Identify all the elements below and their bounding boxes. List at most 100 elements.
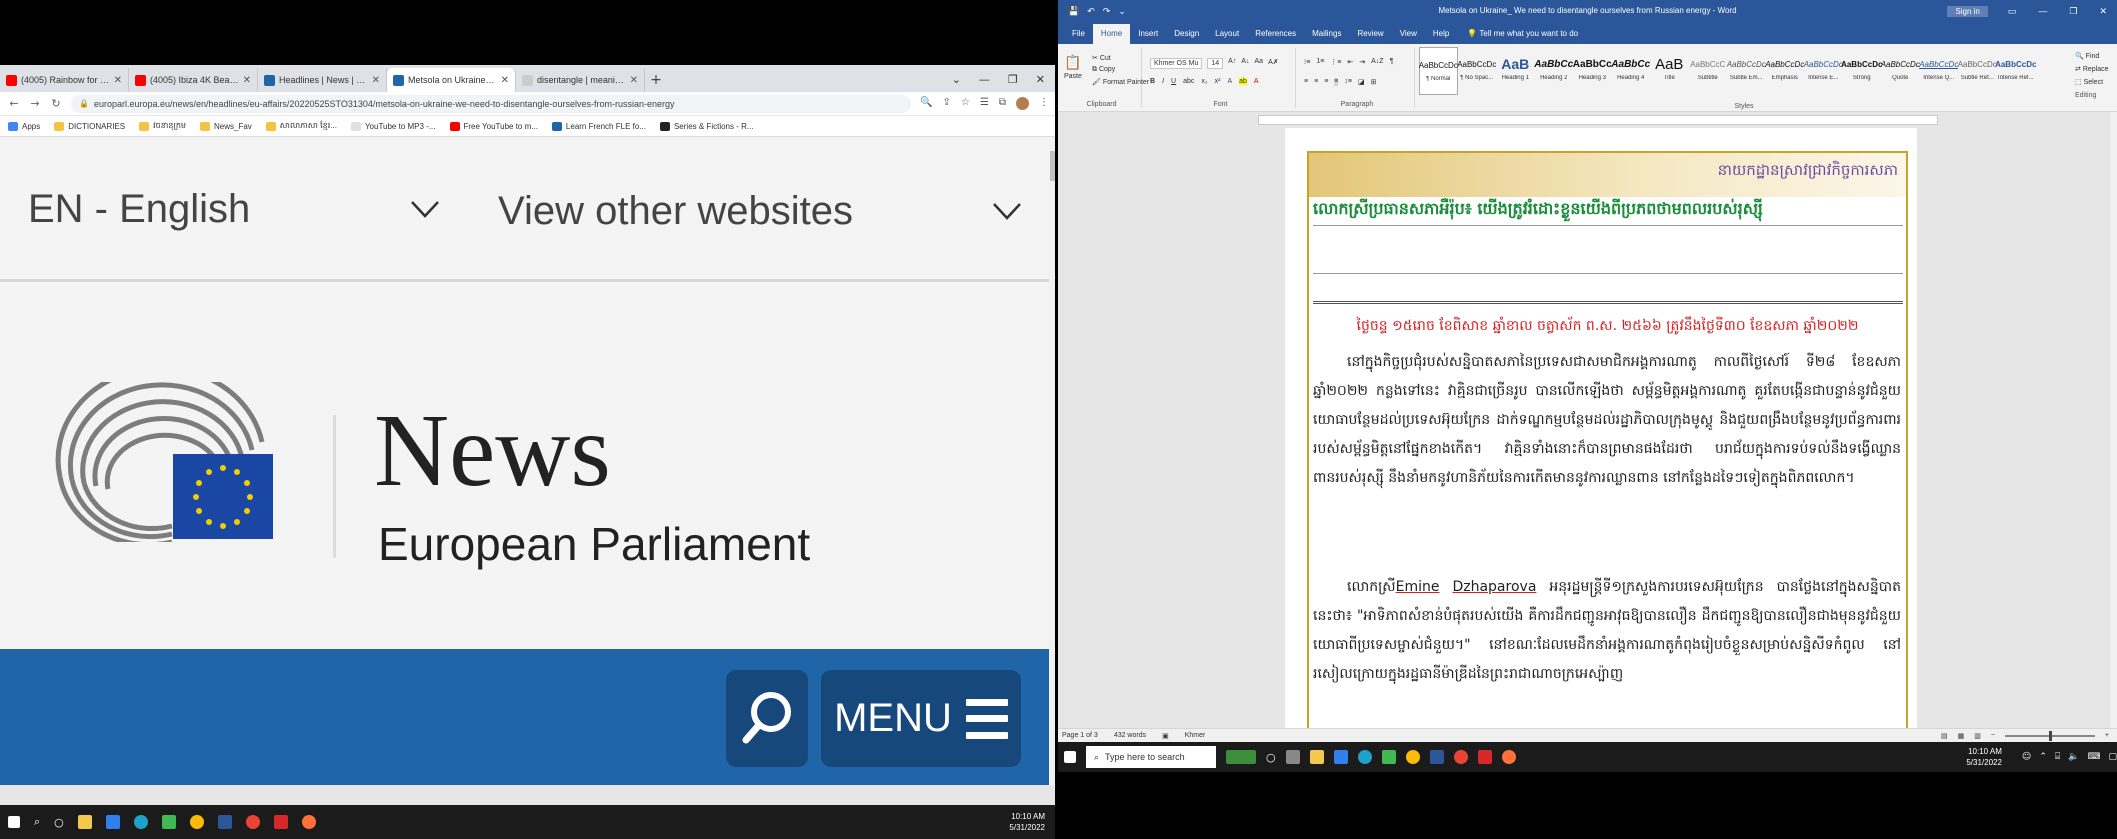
chrome-icon[interactable] bbox=[189, 815, 204, 829]
zoom-thumb[interactable] bbox=[2048, 730, 2052, 741]
chrome-icon[interactable] bbox=[1405, 750, 1420, 764]
style-subtitle[interactable]: AaBbCcC Subtitle bbox=[1689, 47, 1728, 95]
taskbar-search[interactable]: ⌕ Type here to search bbox=[1086, 746, 1216, 768]
print-layout-icon[interactable]: ▦ bbox=[1958, 732, 1965, 740]
tab-headlines[interactable]: Headlines | News | European Pa ✕ bbox=[258, 68, 387, 92]
read-mode-icon[interactable]: ▤ bbox=[1941, 732, 1948, 740]
tab-mailings[interactable]: Mailings bbox=[1304, 24, 1349, 44]
justify-icon[interactable]: ≡ bbox=[1334, 78, 1339, 86]
font-color-icon[interactable]: A bbox=[1254, 78, 1259, 85]
align-left-icon[interactable]: ≡ bbox=[1304, 78, 1308, 86]
close-tab-icon[interactable]: ✕ bbox=[372, 75, 380, 86]
restore-button[interactable]: ❐ bbox=[1008, 68, 1018, 92]
highlight-icon[interactable]: ab bbox=[1239, 78, 1247, 85]
tab-file[interactable]: File bbox=[1064, 24, 1093, 44]
style-intense-emphasis[interactable]: AaBbCcDc Intense E... bbox=[1804, 47, 1843, 95]
windows-start-icon[interactable] bbox=[8, 816, 20, 828]
reading-list-icon[interactable]: ☰ bbox=[980, 97, 989, 110]
style-title[interactable]: AaB Title bbox=[1650, 47, 1689, 95]
tab-search-icon[interactable]: ⌄ bbox=[952, 68, 961, 92]
shrink-font-icon[interactable]: A↓ bbox=[1241, 58, 1249, 69]
scroll-thumb[interactable] bbox=[1050, 151, 1055, 181]
cortana-icon[interactable]: ○ bbox=[54, 816, 64, 829]
edge-icon[interactable] bbox=[1357, 750, 1372, 764]
style-heading-3[interactable]: AaBbCc Heading 3 bbox=[1573, 47, 1612, 95]
minimize-button[interactable]: — bbox=[2038, 6, 2047, 17]
store-icon[interactable] bbox=[161, 815, 176, 829]
tab-youtube-rainbow[interactable]: (4005) Rainbow for the future M ✕ bbox=[0, 68, 129, 92]
tab-design[interactable]: Design bbox=[1166, 24, 1207, 44]
people-icon[interactable]: ☺ bbox=[2022, 752, 2031, 762]
tell-me-search[interactable]: 💡 Tell me what you want to do bbox=[1457, 24, 1578, 44]
zoom-out-icon[interactable]: − bbox=[1991, 732, 1995, 739]
store-icon[interactable] bbox=[1381, 750, 1396, 764]
search-icon[interactable]: ⌕ bbox=[34, 815, 40, 829]
paste-icon[interactable]: 📋 bbox=[1064, 54, 1082, 71]
minimize-button[interactable]: — bbox=[979, 68, 990, 92]
paragraph-1[interactable]: នៅក្នុងកិច្ចប្រជុំរបស់សន្និបាតសភានៃប្រទេ… bbox=[1313, 348, 1901, 493]
horizontal-ruler[interactable] bbox=[1058, 112, 2117, 128]
chevron-down-icon[interactable] bbox=[992, 195, 1022, 225]
tab-help[interactable]: Help bbox=[1425, 24, 1457, 44]
replace-button[interactable]: ⇄ Replace bbox=[2075, 63, 2109, 76]
site-title[interactable]: News bbox=[374, 399, 611, 503]
ribbon-display-icon[interactable]: ▭ bbox=[2008, 6, 2017, 17]
style-subtle-reference[interactable]: AaBbCcDc Subtle Ref... bbox=[1958, 47, 1997, 95]
text-effects-icon[interactable]: A bbox=[1227, 78, 1232, 85]
italic-icon[interactable]: I bbox=[1162, 78, 1164, 85]
paste-button[interactable]: Paste bbox=[1064, 73, 1082, 80]
notification-icon[interactable]: ▢ bbox=[2108, 752, 2117, 762]
volume-icon[interactable]: 🔈 bbox=[2068, 752, 2079, 762]
mail-icon[interactable] bbox=[105, 815, 120, 829]
forward-arrow-icon[interactable]: → bbox=[29, 97, 41, 110]
align-right-icon[interactable]: ≡ bbox=[1324, 78, 1328, 86]
tab-insert[interactable]: Insert bbox=[1130, 24, 1166, 44]
underline-icon[interactable]: U bbox=[1171, 78, 1176, 85]
tab-layout[interactable]: Layout bbox=[1207, 24, 1247, 44]
tab-metsola-active[interactable]: Metsola on Ukraine: We need to ✕ bbox=[387, 68, 516, 92]
language-icon[interactable]: ⌨ bbox=[2087, 752, 2100, 762]
cortana-icon[interactable]: ○ bbox=[1266, 751, 1276, 764]
save-icon[interactable]: 💾 bbox=[1068, 6, 1079, 17]
bookmark-news-fav[interactable]: News_Fav bbox=[200, 121, 252, 131]
close-tab-icon[interactable]: ✕ bbox=[243, 75, 251, 86]
strikethrough-icon[interactable]: abc bbox=[1183, 78, 1194, 85]
firefox-icon[interactable] bbox=[1501, 750, 1516, 764]
taskbar-clock[interactable]: 10:10 AM 5/31/2022 bbox=[1966, 746, 2012, 768]
word-icon[interactable] bbox=[1429, 750, 1444, 764]
cut-button[interactable]: ✂ Cut bbox=[1092, 54, 1149, 62]
style-quote[interactable]: AaBbCcDc Quote bbox=[1881, 47, 1920, 95]
profile-avatar[interactable] bbox=[1016, 97, 1029, 110]
style-heading-2[interactable]: AaBbCc Heading 2 bbox=[1534, 47, 1573, 95]
sign-in-button[interactable]: Sign in bbox=[1947, 5, 1988, 17]
search-button[interactable] bbox=[726, 670, 808, 767]
close-tab-icon[interactable]: ✕ bbox=[114, 75, 122, 86]
line-spacing-icon[interactable]: ↕≡ bbox=[1344, 78, 1352, 86]
shading-icon[interactable]: ◪ bbox=[1358, 78, 1365, 86]
zoom-slider[interactable] bbox=[2004, 730, 2095, 741]
undo-icon[interactable]: ↶ bbox=[1087, 6, 1095, 17]
bullets-icon[interactable]: ⁝≡ bbox=[1304, 58, 1310, 66]
style-subtle-emphasis[interactable]: AaBbCcDc Subtle Em... bbox=[1727, 47, 1766, 95]
acrobat-icon[interactable] bbox=[273, 815, 288, 829]
cortana-icon[interactable] bbox=[1226, 750, 1256, 764]
chevron-down-icon[interactable] bbox=[410, 193, 440, 223]
windows-start-icon[interactable] bbox=[1064, 751, 1076, 763]
language-selector[interactable]: EN - English bbox=[28, 187, 250, 232]
article-headline[interactable]: លោកស្រីប្រធានសភាអឺរ៉ុប៖ យើងត្រូវរំដោះខ្ល… bbox=[1313, 197, 1903, 226]
style-no-spacing[interactable]: AaBbCcDc ¶ No Spac... bbox=[1457, 47, 1496, 95]
increase-indent-icon[interactable]: ⇥ bbox=[1359, 58, 1365, 66]
proofing-icon[interactable]: ▣ bbox=[1162, 732, 1169, 740]
firefox-icon[interactable] bbox=[301, 815, 316, 829]
numbering-icon[interactable]: 1≡ bbox=[1316, 58, 1324, 66]
share-icon[interactable]: ⇪ bbox=[943, 97, 951, 110]
back-arrow-icon[interactable]: ← bbox=[8, 97, 20, 110]
new-tab-button[interactable]: + bbox=[645, 68, 667, 92]
copy-button[interactable]: ⧉ Copy bbox=[1092, 66, 1149, 74]
document-page[interactable]: នាយកដ្ឋានស្រាវជ្រាវកិច្ចការសភា លោកស្រីប្… bbox=[1285, 128, 1917, 728]
format-painter-button[interactable]: 🖌 Format Painter bbox=[1092, 78, 1149, 86]
tab-disentangle[interactable]: disentangle | meaning of disent ✕ bbox=[516, 68, 645, 92]
bookmark-youtube-mp3[interactable]: YouTube to MP3 -... bbox=[350, 121, 436, 131]
extensions-icon[interactable]: ⧉ bbox=[999, 97, 1006, 110]
change-case-icon[interactable]: Aa bbox=[1255, 58, 1264, 69]
